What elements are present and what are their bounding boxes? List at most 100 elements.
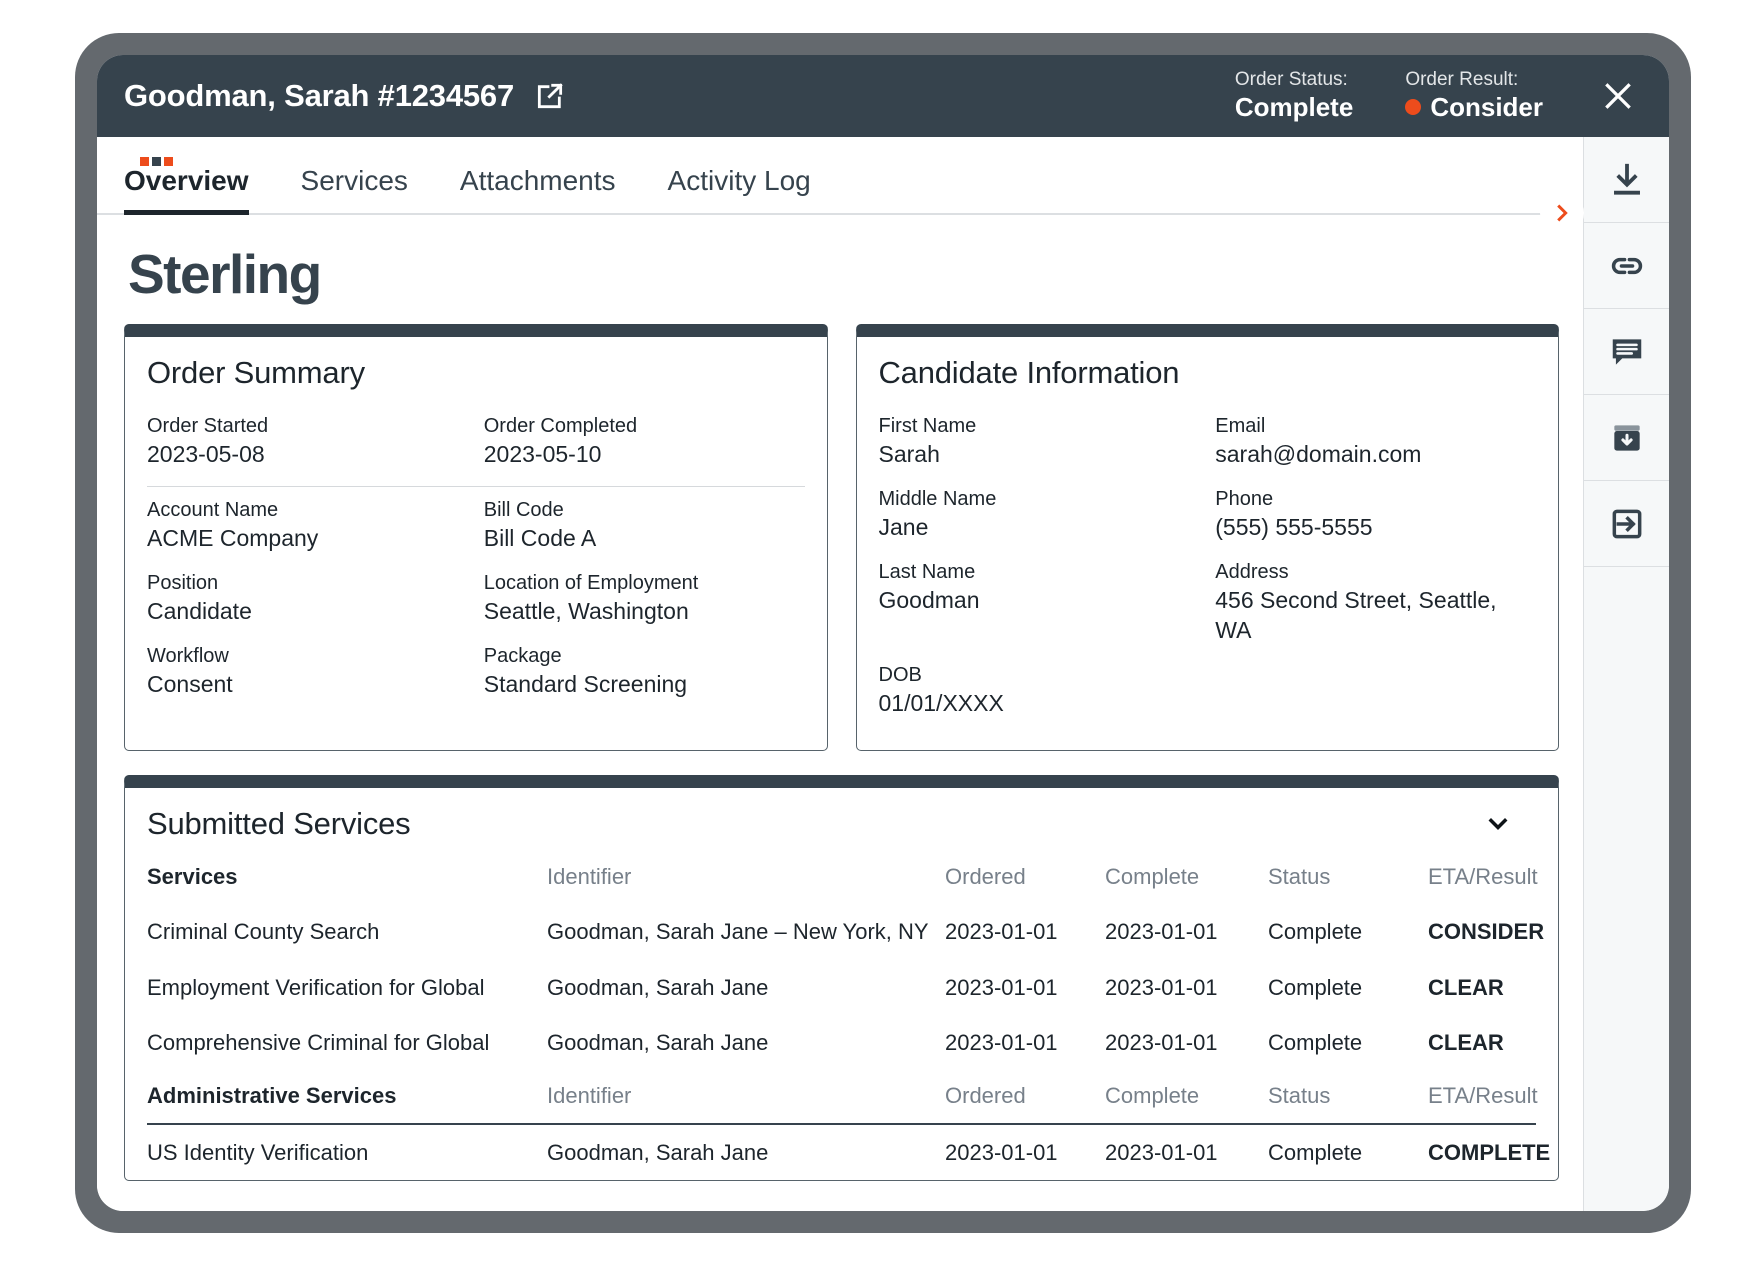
download-icon — [1613, 163, 1640, 195]
rail-download-button[interactable] — [1584, 137, 1669, 223]
submitted-services-panel: Submitted Services Services Identifier O… — [124, 775, 1559, 1182]
tab-services[interactable]: Services — [301, 165, 408, 213]
cell-status: Complete — [1268, 1030, 1363, 1056]
cell-complete: 2023-01-01 — [1105, 1030, 1218, 1056]
result-status-dot-icon — [1405, 99, 1422, 116]
field-middle-name: Middle Name Jane — [879, 480, 1200, 553]
summary-cards-row: Order Summary Order Started 2023-05-08 O… — [124, 324, 1559, 752]
field-label: Location of Employment — [483, 571, 699, 594]
cell-result: CONSIDER — [1428, 919, 1545, 945]
field-first-name: First Name Sarah — [879, 407, 1200, 480]
order-result-label: Order Result: — [1405, 69, 1519, 91]
field-package: Package Standard Screening — [484, 637, 805, 710]
field-address: Address 456 Second Street, Seattle, WA — [1215, 553, 1536, 656]
tab-overview[interactable]: Overview — [124, 165, 249, 215]
cell-complete: 2023-01-01 — [1105, 919, 1218, 945]
submitted-services-table: Services Identifier Ordered Complete Sta… — [147, 852, 1551, 1181]
field-position: Position Candidate — [147, 564, 468, 637]
table-group-header-row: Services Identifier Ordered Complete Sta… — [147, 852, 1538, 904]
field-value: 2023-05-10 — [483, 441, 602, 467]
rail-comments-button[interactable] — [1584, 309, 1669, 395]
rail-archive-button[interactable] — [1584, 395, 1669, 481]
table-row[interactable]: US Identity Verification Goodman, Sarah … — [147, 1124, 1551, 1181]
comment-icon — [1612, 338, 1641, 365]
cell-ordered: 2023-01-01 — [945, 1030, 1058, 1056]
field-workflow: Workflow Consent — [147, 637, 468, 710]
link-icon — [1611, 257, 1642, 274]
column-header-identifier: Identifier — [547, 1070, 945, 1125]
field-value: Seattle, Washington — [483, 597, 689, 624]
body-area: Overview Services Attachments Activity L… — [97, 137, 1669, 1211]
field-value: Candidate — [147, 597, 252, 624]
table-group-header-row: Administrative Services Identifier Order… — [147, 1070, 1538, 1125]
field-phone: Phone (555) 555-5555 — [1215, 480, 1536, 553]
field-label: Bill Code — [483, 498, 564, 521]
order-result-block: Order Result: Consider — [1405, 69, 1543, 122]
cell-identifier: Goodman, Sarah Jane — [547, 974, 769, 1000]
field-value: Jane — [878, 513, 929, 540]
field-label: Last Name — [878, 560, 976, 583]
chevron-down-icon — [1488, 818, 1508, 831]
field-value: sarah@domain.com — [1215, 441, 1422, 467]
group-header-services: Services — [147, 864, 238, 890]
cell-service: US Identity Verification — [147, 1139, 369, 1165]
field-empty — [1215, 656, 1536, 729]
field-email: Email sarah@domain.com — [1215, 407, 1536, 480]
field-value: Sarah — [878, 441, 940, 467]
sterling-logo-text: Sterling — [128, 243, 322, 305]
field-label: First Name — [878, 415, 977, 437]
cell-result: COMPLETE — [1428, 1139, 1551, 1165]
cell-identifier: Goodman, Sarah Jane — [547, 1030, 769, 1056]
order-status-label: Order Status: — [1234, 69, 1348, 91]
column-header-complete: Complete — [1105, 1070, 1268, 1125]
status-group: Order Status: Complete Order Result: Con… — [1235, 69, 1543, 122]
cell-status: Complete — [1268, 919, 1363, 945]
rail-copy-link-button[interactable] — [1584, 223, 1669, 309]
field-location-of-employment: Location of Employment Seattle, Washingt… — [484, 564, 805, 637]
tab-activity-log[interactable]: Activity Log — [668, 165, 811, 213]
tab-attachments[interactable]: Attachments — [460, 165, 616, 213]
column-header-eta-result: ETA/Result — [1428, 864, 1538, 890]
column-header-identifier: Identifier — [547, 864, 632, 890]
candidate-information-fields: First Name Sarah Email sarah@domain.com … — [879, 407, 1537, 728]
field-label: Email — [1215, 415, 1266, 437]
field-last-name: Last Name Goodman — [879, 553, 1200, 656]
cell-ordered: 2023-01-01 — [945, 974, 1058, 1000]
group-header-administrative-services: Administrative Services — [147, 1070, 547, 1125]
table-row[interactable]: Comprehensive Criminal for Global Goodma… — [147, 1015, 1536, 1071]
field-divider — [147, 485, 805, 487]
column-header-ordered: Ordered — [945, 1070, 1105, 1125]
cell-ordered: 2023-01-01 — [945, 1139, 1058, 1165]
rail-logout-button[interactable] — [1584, 481, 1669, 567]
cell-service: Employment Verification for Global — [147, 974, 485, 1000]
cell-identifier: Goodman, Sarah Jane — [547, 1139, 769, 1165]
right-icon-rail — [1583, 137, 1669, 1211]
table-row[interactable]: Criminal County Search Goodman, Sarah Ja… — [147, 904, 1545, 960]
field-order-completed: Order Completed 2023-05-10 — [484, 407, 805, 480]
field-value: Standard Screening — [483, 670, 688, 697]
tab-bar: Overview Services Attachments Activity L… — [97, 137, 1584, 235]
expand-panel-button[interactable] — [1540, 191, 1584, 235]
field-value: 456 Second Street, Seattle, WA — [1215, 586, 1497, 643]
cell-result: CLEAR — [1428, 1030, 1504, 1056]
table-row[interactable]: Employment Verification for Global Goodm… — [147, 960, 1536, 1016]
cell-result: CLEAR — [1428, 974, 1504, 1000]
column-header-ordered: Ordered — [945, 864, 1026, 890]
field-account-name: Account Name ACME Company — [147, 491, 468, 564]
main-column: Overview Services Attachments Activity L… — [97, 137, 1584, 1211]
field-value: Bill Code A — [483, 524, 597, 551]
column-header-complete: Complete — [1105, 864, 1200, 890]
cell-status: Complete — [1268, 1139, 1363, 1165]
cell-service: Criminal County Search — [147, 919, 380, 945]
field-label: Middle Name — [878, 487, 997, 510]
cell-identifier: Goodman, Sarah Jane – New York, NY — [547, 919, 929, 945]
external-link-icon[interactable] — [534, 80, 566, 112]
device-screen: Goodman, Sarah #1234567 Order Status: Co… — [97, 55, 1669, 1211]
field-label: Address — [1215, 560, 1289, 583]
cell-status: Complete — [1268, 974, 1363, 1000]
submitted-services-collapse-button[interactable] — [1478, 804, 1518, 844]
sterling-logo: Sterling — [124, 157, 1559, 324]
close-button[interactable] — [1587, 65, 1649, 127]
field-value: 2023-05-08 — [147, 441, 265, 467]
cell-complete: 2023-01-01 — [1105, 974, 1218, 1000]
